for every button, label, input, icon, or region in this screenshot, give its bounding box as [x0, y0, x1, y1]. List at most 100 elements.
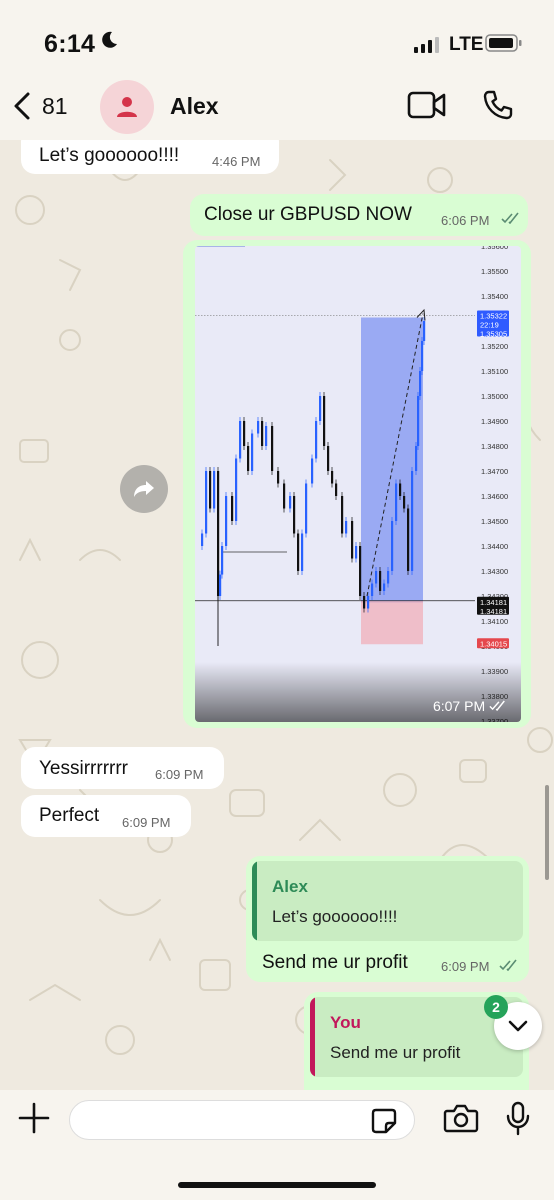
plus-icon — [18, 1102, 50, 1134]
message-input[interactable] — [69, 1100, 415, 1140]
entry-price-badge-text: 1.34181 — [480, 607, 507, 616]
image-time: 6:07 PM — [433, 698, 507, 714]
attach-button[interactable] — [18, 1102, 50, 1139]
candle-body — [363, 596, 366, 609]
candle-body — [335, 483, 338, 496]
candle-body — [283, 483, 286, 509]
camera-button[interactable] — [443, 1103, 479, 1138]
candle-body — [201, 533, 204, 546]
message-time: 6:06 PM — [441, 213, 490, 228]
candle-body — [359, 546, 362, 596]
candle-body — [213, 471, 216, 509]
candle-body — [411, 471, 414, 571]
message-time: 6:09 PM — [122, 815, 171, 830]
candle-body — [315, 421, 318, 459]
current-price-badge-text: 22:19 — [480, 321, 499, 330]
candle-body — [243, 421, 246, 446]
microphone-button[interactable] — [505, 1101, 531, 1142]
chat-area[interactable]: Let’s goooooo!!!! 4:46 PM Close ur GBPUS… — [0, 140, 554, 1090]
contact-name[interactable]: Alex — [170, 93, 219, 120]
moon-icon — [100, 30, 118, 55]
trading-chart-screenshot[interactable]: 1.356001.355001.354001.353001.352001.351… — [195, 246, 521, 722]
message-bubble-incoming[interactable]: Yessirrrrrrr 6:09 PM — [21, 747, 224, 789]
message-bubble-incoming[interactable]: Let’s goooooo!!!! 4:46 PM — [21, 140, 279, 174]
image-message[interactable]: 1.356001.355001.354001.353001.352001.351… — [183, 240, 531, 728]
candle-body — [277, 471, 280, 484]
candle-body — [341, 496, 344, 534]
candle-body — [419, 371, 422, 396]
chart-toolbar-strip — [195, 246, 245, 247]
reply-message-outgoing[interactable]: Alex Let’s goooooo!!!! Send me ur profit… — [246, 856, 529, 982]
unread-badge: 2 — [484, 995, 508, 1019]
composer-bar — [0, 1090, 554, 1200]
candle-body — [231, 496, 234, 521]
price-tick-label: 1.34300 — [481, 567, 508, 576]
current-price-badge-text: 1.35322 — [480, 312, 507, 321]
candle-body — [371, 583, 374, 596]
message-bubble-incoming[interactable]: Perfect 6:09 PM — [21, 795, 191, 837]
quote-author: Alex — [272, 877, 308, 896]
status-time: 6:14 — [44, 30, 96, 58]
price-tick-label: 1.35200 — [481, 342, 508, 351]
price-tick-label: 1.34700 — [481, 467, 508, 476]
chevron-down-icon — [508, 1020, 528, 1032]
voice-call-button[interactable] — [482, 89, 514, 126]
forward-button[interactable] — [120, 465, 168, 513]
candle-body — [247, 446, 250, 471]
current-price-badge-text: 1.35305 — [480, 330, 507, 339]
candle-body — [311, 458, 314, 484]
message-text: Perfect — [39, 805, 100, 826]
price-tick-label: 1.35100 — [481, 367, 508, 376]
candle-body — [209, 471, 212, 509]
price-tick-label: 1.34500 — [481, 517, 508, 526]
signal-icon — [414, 37, 440, 58]
candle-body — [297, 533, 300, 571]
person-icon — [117, 97, 137, 117]
stop-price-badge-text: 1.34015 — [480, 639, 507, 648]
candle-body — [301, 533, 304, 571]
entry-price-badge-text: 1.34181 — [480, 598, 507, 607]
candle-body — [265, 426, 268, 446]
candle-body — [251, 433, 254, 471]
status-bar: 6:14 LTE — [0, 0, 554, 80]
price-tick-label: 1.34100 — [481, 617, 508, 626]
candle-body — [391, 521, 394, 571]
candle-body — [225, 496, 228, 546]
read-ticks-icon — [501, 212, 519, 224]
candle-body — [403, 496, 406, 509]
message-time: 6:09 PM — [441, 959, 490, 974]
candle-body — [323, 396, 326, 446]
candle-body — [289, 496, 292, 509]
sticker-button[interactable] — [370, 1107, 398, 1140]
candle-body — [383, 583, 386, 591]
video-icon — [407, 91, 446, 119]
message-text: Send me ur profit — [262, 952, 408, 973]
quoted-message[interactable]: Alex Let’s goooooo!!!! — [252, 861, 523, 941]
price-tick-label: 1.35400 — [481, 292, 508, 301]
message-text: Close ur GBPUSD NOW — [204, 204, 412, 225]
message-time: 6:09 PM — [155, 767, 204, 782]
candle-body — [219, 574, 222, 596]
candle-body — [221, 546, 224, 575]
candle-body — [331, 471, 334, 484]
forward-icon — [134, 481, 154, 497]
candle-body — [235, 458, 238, 521]
candle-body — [387, 571, 390, 584]
candle-body — [319, 396, 322, 421]
back-button[interactable]: 81 — [12, 90, 68, 122]
price-tick-label: 1.35600 — [481, 246, 508, 251]
candle-body — [417, 396, 420, 446]
avatar[interactable] — [100, 80, 154, 134]
candle-body — [379, 571, 382, 591]
candle-body — [327, 446, 330, 471]
candle-body — [305, 483, 308, 534]
candle-body — [407, 508, 410, 571]
message-time: 4:46 PM — [212, 154, 261, 169]
price-tick-label: 1.34600 — [481, 492, 508, 501]
candle-body — [293, 496, 296, 534]
scrollbar[interactable] — [545, 785, 549, 880]
quote-author: You — [330, 1013, 361, 1032]
read-ticks-icon — [499, 959, 517, 971]
message-bubble-outgoing[interactable]: Close ur GBPUSD NOW 6:06 PM — [190, 194, 528, 236]
video-call-button[interactable] — [407, 90, 447, 125]
